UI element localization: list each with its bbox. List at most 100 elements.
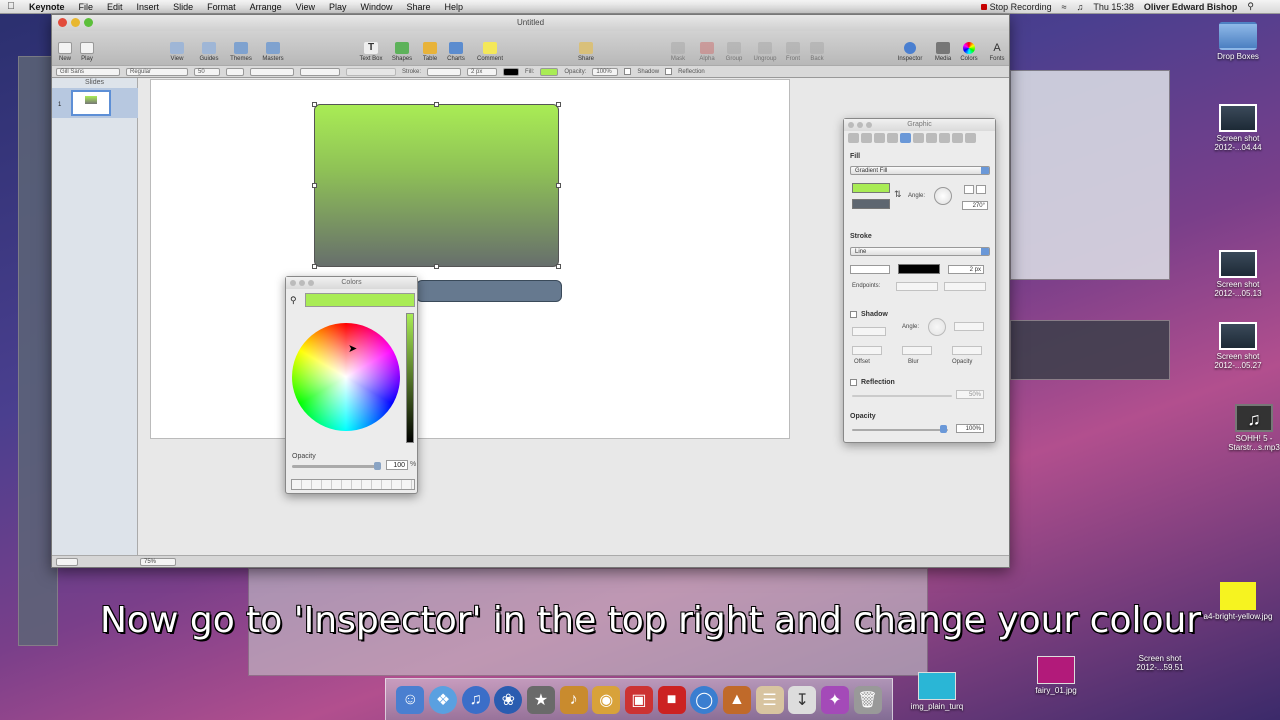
font-style-select[interactable]: Regular: [126, 67, 188, 76]
browser-icon[interactable]: ◯: [690, 685, 719, 714]
back-button[interactable]: Back: [800, 42, 834, 62]
close-button[interactable]: [290, 280, 296, 286]
fill-type-select[interactable]: Gradient Fill: [850, 166, 990, 175]
masters-button[interactable]: Masters: [256, 42, 290, 62]
line-spacing-select[interactable]: [300, 67, 340, 76]
hyperlink-tab-icon[interactable]: [952, 133, 963, 143]
clock[interactable]: Thu 15:38: [1093, 2, 1134, 12]
menu-arrange[interactable]: Arrange: [243, 2, 289, 12]
zoom-select[interactable]: 75%: [140, 557, 176, 566]
red-app-icon[interactable]: ■: [657, 685, 686, 714]
reflection-slider[interactable]: [852, 395, 952, 397]
color-wheel[interactable]: [292, 323, 400, 431]
selection-handle[interactable]: [434, 264, 439, 269]
shadow-angle-knob[interactable]: [928, 318, 946, 336]
text-box-button[interactable]: T Text Box: [354, 42, 388, 62]
opacity-slider-track[interactable]: [292, 465, 378, 468]
shadow-checkbox[interactable]: [624, 68, 632, 75]
navigator-toggle[interactable]: [56, 557, 78, 566]
comment-button[interactable]: Comment: [473, 42, 507, 62]
menu-file[interactable]: File: [72, 2, 101, 12]
menu-view[interactable]: View: [289, 2, 322, 12]
charts-button[interactable]: Charts: [439, 42, 473, 62]
start-endpoint-select[interactable]: [896, 282, 938, 291]
zoom-button[interactable]: [308, 280, 314, 286]
table-tab-icon[interactable]: [926, 133, 937, 143]
trash-icon[interactable]: 🗑: [853, 685, 882, 714]
stroke-width-field[interactable]: 2 px: [948, 265, 984, 274]
view-button[interactable]: View: [160, 42, 194, 62]
slide-tab-icon[interactable]: [861, 133, 872, 143]
share-button[interactable]: Share: [569, 42, 603, 62]
shadow-angle-field[interactable]: [954, 322, 984, 331]
close-button[interactable]: [848, 122, 854, 128]
opacity-slider[interactable]: [852, 429, 948, 431]
desktop-icon[interactable]: Screen shot 2012-...05.13: [1198, 250, 1278, 298]
opacity-field[interactable]: 100%: [592, 67, 619, 76]
keynote-icon[interactable]: ▲: [722, 685, 751, 714]
desktop-icon[interactable]: img_plain_turq: [897, 672, 977, 711]
gradient-direction-right[interactable]: [976, 185, 986, 194]
opacity-slider-knob[interactable]: [374, 462, 381, 470]
desktop-icon[interactable]: Screen shot 2012-...05.27: [1198, 322, 1278, 370]
font-family-select[interactable]: Gill Sans: [56, 67, 120, 76]
graphic-tab-icon[interactable]: [900, 133, 911, 143]
magnifier-icon[interactable]: ⚲: [290, 295, 297, 306]
volume-icon[interactable]: ♫: [1077, 2, 1084, 12]
menu-help[interactable]: Help: [438, 2, 471, 12]
imovie-icon[interactable]: ★: [526, 685, 555, 714]
minimize-button[interactable]: [71, 18, 80, 27]
zoom-button[interactable]: [866, 122, 872, 128]
photo-booth-icon[interactable]: ▣: [624, 685, 653, 714]
selection-handle[interactable]: [312, 264, 317, 269]
play-button[interactable]: Play: [70, 42, 104, 62]
downloads-stack-icon[interactable]: ↧: [788, 685, 817, 714]
safari-icon[interactable]: ❖: [428, 685, 457, 714]
spotlight-icon[interactable]: ⚲: [1247, 1, 1254, 12]
stroke-color-well[interactable]: [898, 264, 940, 274]
menu-insert[interactable]: Insert: [130, 2, 167, 12]
opacity-field[interactable]: 100: [386, 460, 408, 470]
reflection-checkbox[interactable]: [850, 379, 857, 386]
menu-format[interactable]: Format: [200, 2, 243, 12]
selection-handle[interactable]: [312, 183, 317, 188]
menu-window[interactable]: Window: [354, 2, 400, 12]
desktop-icon[interactable]: Screen shot 2012-...59.51: [1120, 654, 1200, 672]
gradient-direction-left[interactable]: [964, 185, 974, 194]
finder-icon[interactable]: ☺: [396, 685, 425, 714]
fonts-button[interactable]: A Fonts: [980, 42, 1014, 62]
desktop-icon[interactable]: Screen shot 2012-...04.44: [1198, 104, 1278, 152]
gradient-start-well[interactable]: [852, 183, 890, 193]
wifi-icon[interactable]: ≈: [1062, 2, 1067, 12]
slide-thumbnail[interactable]: [71, 90, 111, 116]
fill-color-well[interactable]: [540, 67, 559, 76]
menu-slide[interactable]: Slide: [166, 2, 200, 12]
build-tab-icon[interactable]: [874, 133, 885, 143]
shadow-color-well[interactable]: [852, 327, 886, 336]
minimize-button[interactable]: [857, 122, 863, 128]
stroke-width-field[interactable]: 2 px: [467, 67, 498, 76]
selection-handle[interactable]: [434, 102, 439, 107]
shadow-opacity-field[interactable]: [952, 346, 982, 355]
close-button[interactable]: [58, 18, 67, 27]
auto-shrink-select[interactable]: [346, 67, 396, 76]
document-tab-icon[interactable]: [848, 133, 859, 143]
zoom-button[interactable]: [84, 18, 93, 27]
selection-handle[interactable]: [312, 102, 317, 107]
current-color-swatch[interactable]: [305, 293, 415, 307]
angle-knob[interactable]: [934, 187, 952, 205]
menu-share[interactable]: Share: [400, 2, 438, 12]
desktop-icon[interactable]: a4-bright-yellow.jpg: [1198, 582, 1278, 621]
reflection-field[interactable]: 50%: [956, 390, 984, 399]
themes-button[interactable]: Themes: [224, 42, 258, 62]
stroke-type-select[interactable]: Line: [850, 247, 990, 256]
blue-rectangle-shape[interactable]: [416, 280, 562, 302]
stroke-color-well[interactable]: [503, 67, 520, 76]
selection-handle[interactable]: [556, 264, 561, 269]
chart-tab-icon[interactable]: [939, 133, 950, 143]
app-icon[interactable]: ✦: [820, 685, 849, 714]
alignment-buttons[interactable]: [250, 67, 294, 76]
desktop-icon[interactable]: fairy_01.jpg: [1016, 656, 1096, 695]
font-size-field[interactable]: 50: [194, 67, 220, 76]
user-name[interactable]: Oliver Edward Bishop: [1144, 2, 1238, 12]
